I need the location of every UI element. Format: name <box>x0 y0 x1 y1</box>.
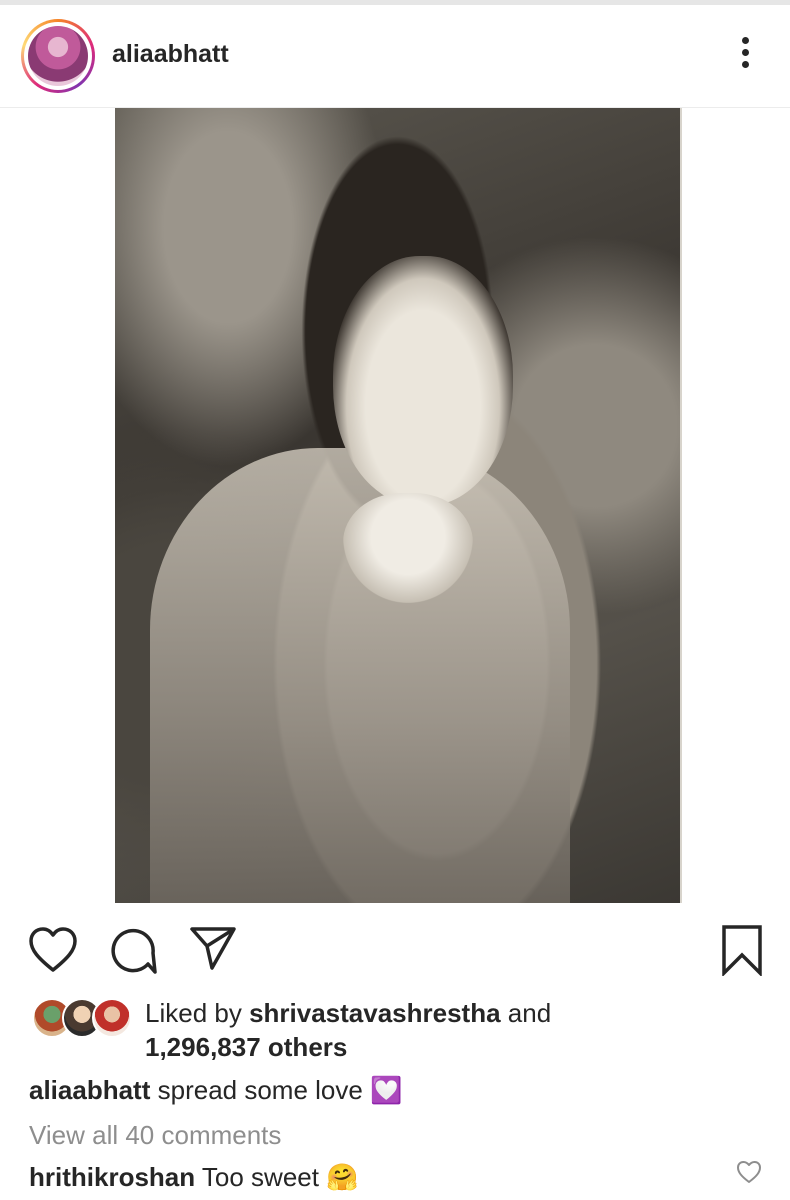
liked-by-text: Liked by shrivastavashrestha and <box>145 998 551 1029</box>
post-caption: aliaabhatt spread some love 💟 <box>29 1075 402 1106</box>
bookmark-icon[interactable] <box>720 924 764 976</box>
post-photo[interactable] <box>115 108 682 903</box>
comment-item: hrithikroshan Too sweet 🤗 <box>29 1162 359 1193</box>
photo-subject-hands <box>343 493 473 603</box>
view-all-comments-link[interactable]: View all 40 comments <box>29 1120 281 1151</box>
liked-by-joiner: and <box>507 998 552 1028</box>
likes-section: Liked by shrivastavashrestha and 1,296,8… <box>0 995 790 1065</box>
comment-text: Too sweet 🤗 <box>201 1162 359 1192</box>
liker-avatar[interactable] <box>92 998 132 1038</box>
more-vertical-icon[interactable] <box>733 37 757 77</box>
profile-avatar[interactable] <box>21 19 95 93</box>
comment-username[interactable]: hrithikroshan <box>29 1162 195 1192</box>
send-icon[interactable] <box>188 924 238 972</box>
caption-text: spread some love 💟 <box>157 1075 403 1105</box>
liker-username[interactable]: shrivastavashrestha <box>249 998 500 1028</box>
avatar-gap <box>24 22 92 90</box>
avatar-image <box>28 26 88 86</box>
heart-icon[interactable] <box>28 926 78 974</box>
post-username[interactable]: aliaabhatt <box>112 40 229 69</box>
post-actions <box>0 920 790 980</box>
photo-subject-face <box>333 256 513 506</box>
liked-by-prefix: Liked by <box>145 998 242 1028</box>
caption-username[interactable]: aliaabhatt <box>29 1075 150 1105</box>
comment-icon[interactable] <box>108 926 158 976</box>
post-header: aliaabhatt <box>0 5 790 108</box>
comment-like-heart-icon[interactable] <box>736 1160 762 1184</box>
likes-count[interactable]: 1,296,837 others <box>145 1032 347 1063</box>
